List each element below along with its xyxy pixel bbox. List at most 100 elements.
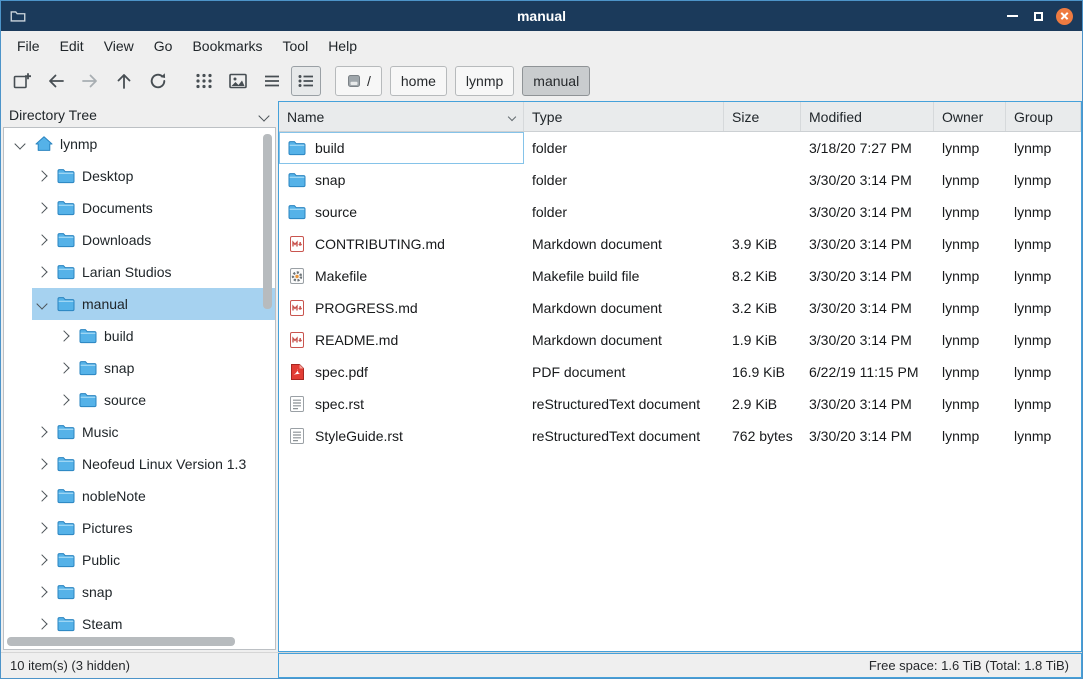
file-row-build[interactable]: buildfolder3/18/20 7:27 PMlynmplynmp <box>279 132 1081 164</box>
file-type: Markdown document <box>532 300 662 316</box>
refresh-button[interactable] <box>143 66 173 96</box>
menu-bookmarks[interactable]: Bookmarks <box>182 33 272 59</box>
file-row-progress-md[interactable]: PROGRESS.mdMarkdown document3.2 KiB3/30/… <box>279 292 1081 324</box>
vertical-scrollbar-thumb[interactable] <box>263 134 272 309</box>
file-group: lynmp <box>1014 172 1051 188</box>
menu-file[interactable]: File <box>7 33 50 59</box>
menu-help[interactable]: Help <box>318 33 367 59</box>
expand-arrow-icon[interactable] <box>34 488 50 504</box>
tree-item-source[interactable]: source <box>4 384 275 416</box>
chevron-icon <box>36 490 47 501</box>
expand-arrow-icon[interactable] <box>56 360 72 376</box>
sidebar-collapse-button[interactable] <box>260 107 268 123</box>
cell-type: folder <box>524 196 724 228</box>
file-row-spec-rst[interactable]: spec.rstreStructuredText document2.9 KiB… <box>279 388 1081 420</box>
cell-name: spec.pdf <box>279 356 524 388</box>
cell-type: Markdown document <box>524 228 724 260</box>
expand-arrow-icon[interactable] <box>34 616 50 632</box>
tree-item-steam[interactable]: Steam <box>4 608 275 640</box>
column-header-type[interactable]: Type <box>524 102 724 131</box>
tree-item-label: Larian Studios <box>82 264 172 280</box>
tree-item-snap[interactable]: snap <box>4 576 275 608</box>
expand-arrow-icon[interactable] <box>34 552 50 568</box>
back-button[interactable] <box>41 66 71 96</box>
file-row-source[interactable]: sourcefolder3/30/20 3:14 PMlynmplynmp <box>279 196 1081 228</box>
tree-item-desktop[interactable]: Desktop <box>4 160 275 192</box>
folder-icon <box>56 262 76 282</box>
forward-button[interactable] <box>75 66 105 96</box>
column-header-modified[interactable]: Modified <box>801 102 934 131</box>
file-row-snap[interactable]: snapfolder3/30/20 3:14 PMlynmplynmp <box>279 164 1081 196</box>
file-name: StyleGuide.rst <box>315 428 403 444</box>
detailed-view-button[interactable] <box>291 66 321 96</box>
tree-horizontal-scrollbar[interactable] <box>7 637 257 646</box>
tree-item-noblenote[interactable]: nobleNote <box>4 480 275 512</box>
menu-edit[interactable]: Edit <box>50 33 94 59</box>
new-tab-button[interactable] <box>7 66 37 96</box>
horizontal-scrollbar-thumb[interactable] <box>7 637 235 646</box>
file-row-styleguide-rst[interactable]: StyleGuide.rstreStructuredText document7… <box>279 420 1081 452</box>
tree-item-public[interactable]: Public <box>4 544 275 576</box>
tree-item-content: nobleNote <box>32 480 275 512</box>
column-header-size[interactable]: Size <box>724 102 801 131</box>
menubar: FileEditViewGoBookmarksToolHelp <box>1 31 1082 61</box>
thumbnail-view-button[interactable] <box>223 66 253 96</box>
cell-name: Makefile <box>279 260 524 292</box>
path-segment-home[interactable]: home <box>390 66 447 96</box>
expand-arrow-icon[interactable] <box>34 232 50 248</box>
collapse-arrow-icon[interactable] <box>34 296 50 312</box>
close-icon <box>1056 8 1073 25</box>
tree-item-label: Documents <box>82 200 153 216</box>
file-row-spec-pdf[interactable]: spec.pdfPDF document16.9 KiB6/22/19 11:1… <box>279 356 1081 388</box>
file-row-readme-md[interactable]: README.mdMarkdown document1.9 KiB3/30/20… <box>279 324 1081 356</box>
tree-item-manual[interactable]: manual <box>4 288 275 320</box>
path-segment-lynmp[interactable]: lynmp <box>455 66 514 96</box>
expand-arrow-icon[interactable] <box>34 200 50 216</box>
chevron-icon <box>36 522 47 533</box>
expand-arrow-icon[interactable] <box>34 520 50 536</box>
tree-item-label: manual <box>82 296 128 312</box>
column-header-group[interactable]: Group <box>1006 102 1081 131</box>
menu-tool[interactable]: Tool <box>273 33 319 59</box>
tree-item-snap[interactable]: snap <box>4 352 275 384</box>
maximize-button[interactable] <box>1029 7 1047 25</box>
tree-item-lynmp[interactable]: lynmp <box>4 128 275 160</box>
file-row-contributing-md[interactable]: CONTRIBUTING.mdMarkdown document3.9 KiB3… <box>279 228 1081 260</box>
expand-arrow-icon[interactable] <box>34 424 50 440</box>
path-segment-manual[interactable]: manual <box>522 66 590 96</box>
menu-view[interactable]: View <box>94 33 144 59</box>
collapse-arrow-icon[interactable] <box>12 136 28 152</box>
tree-item-neofeud-linux-version-1-3[interactable]: Neofeud Linux Version 1.3 <box>4 448 275 480</box>
tree-item-content: source <box>54 384 275 416</box>
compact-view-button[interactable] <box>257 66 287 96</box>
cell-name: snap <box>279 164 524 196</box>
expand-arrow-icon[interactable] <box>34 456 50 472</box>
tree-item-pictures[interactable]: Pictures <box>4 512 275 544</box>
menu-go[interactable]: Go <box>144 33 183 59</box>
close-button[interactable] <box>1055 7 1073 25</box>
expand-arrow-icon[interactable] <box>34 264 50 280</box>
tree-item-music[interactable]: Music <box>4 416 275 448</box>
tree-item-downloads[interactable]: Downloads <box>4 224 275 256</box>
minimize-button[interactable] <box>1003 7 1021 25</box>
file-row-makefile[interactable]: MakefileMakefile build file8.2 KiB3/30/2… <box>279 260 1081 292</box>
expand-arrow-icon[interactable] <box>56 392 72 408</box>
column-header-name[interactable]: Name <box>279 102 524 131</box>
cell-type: Markdown document <box>524 292 724 324</box>
chevron-icon <box>36 266 47 277</box>
expand-arrow-icon[interactable] <box>34 584 50 600</box>
tree-item-larian-studios[interactable]: Larian Studios <box>4 256 275 288</box>
expand-arrow-icon[interactable] <box>34 168 50 184</box>
tree-vertical-scrollbar[interactable] <box>263 132 272 631</box>
icon-view-button[interactable] <box>189 66 219 96</box>
tree-item-documents[interactable]: Documents <box>4 192 275 224</box>
path-segment-root[interactable]: / <box>335 66 382 96</box>
tree-item-build[interactable]: build <box>4 320 275 352</box>
tree-item-label: Downloads <box>82 232 151 248</box>
cell-type: Makefile build file <box>524 260 724 292</box>
folder-icon <box>56 422 76 442</box>
up-button[interactable] <box>109 66 139 96</box>
expand-arrow-icon[interactable] <box>56 328 72 344</box>
file-type: folder <box>532 172 567 188</box>
column-header-owner[interactable]: Owner <box>934 102 1006 131</box>
